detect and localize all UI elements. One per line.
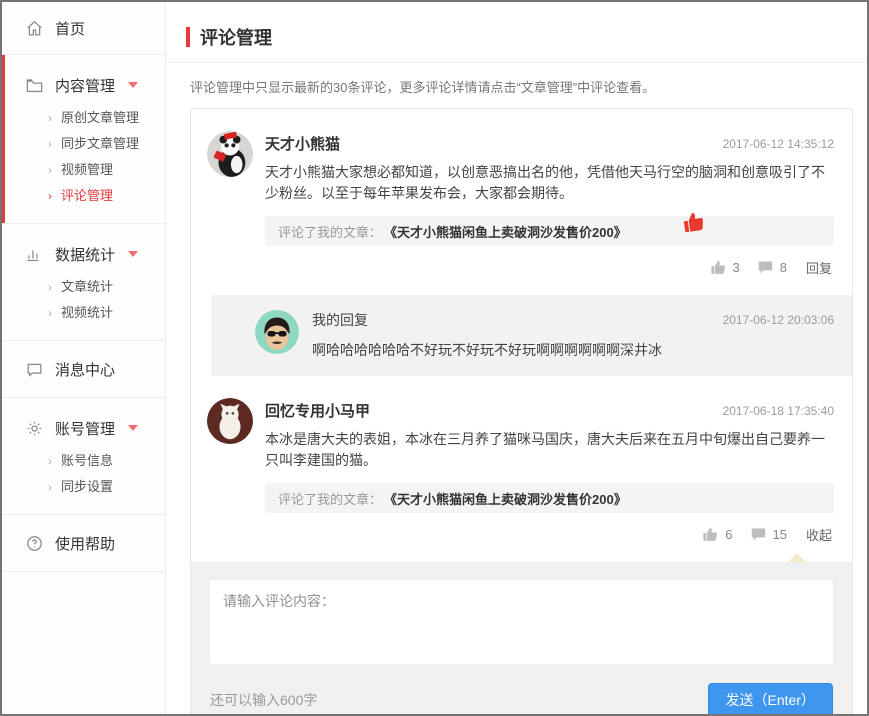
sidebar-item-help[interactable]: 使用帮助 (2, 515, 165, 571)
sidebar-group-label: 账号管理 (55, 418, 115, 439)
commenter-name: 天才小熊猫 (265, 133, 340, 154)
comment-input[interactable] (210, 580, 833, 664)
reply-count: 8 (780, 260, 787, 275)
red-thumb-up-icon (680, 208, 707, 235)
sidebar-group-content: 内容管理 原创文章管理 同步文章管理 视频管理 评论管理 (2, 55, 165, 223)
sidebar-item-video-stats[interactable]: 视频统计 (2, 300, 165, 326)
my-reply-timestamp: 2017-06-12 20:03:06 (723, 313, 834, 327)
thumb-up-icon (710, 259, 727, 276)
comment-item: 天才小熊猫 2017-06-12 14:35:12 天才小熊猫大家想必都知道，以… (191, 123, 852, 291)
sidebar-item-article-stats[interactable]: 文章统计 (2, 274, 165, 300)
sidebar: 首页 内容管理 原创文章管理 同步文章管理 视频管理 评论管理 (2, 2, 166, 714)
avatar-my-reply (255, 310, 299, 354)
collapse-link[interactable]: 收起 (806, 525, 832, 544)
char-counter: 还可以输入600字 (210, 690, 317, 710)
comment-actions: 6 15 收起 (265, 513, 834, 558)
comment-bubble-icon (750, 526, 767, 543)
thumb-up-icon (702, 526, 719, 543)
chevron-down-icon (128, 425, 138, 431)
article-title-link[interactable]: 《天才小熊猫闲鱼上卖破洞沙发售价200》 (384, 222, 627, 241)
sidebar-item-label: 消息中心 (55, 359, 115, 380)
app-window: 首页 内容管理 原创文章管理 同步文章管理 视频管理 评论管理 (0, 0, 869, 716)
main-content: 评论管理 评论管理中只显示最新的30条评论，更多评论详情请点击“文章管理”中评论… (166, 2, 867, 714)
comment-panel: 天才小熊猫 2017-06-12 14:35:12 天才小熊猫大家想必都知道，以… (190, 108, 853, 714)
sidebar-item-sync-articles[interactable]: 同步文章管理 (2, 131, 165, 157)
avatar-panda (207, 131, 253, 177)
chat-bubble-icon (24, 359, 44, 379)
comment-content: 天才小熊猫大家想必都知道，以创意恶搞出名的他，凭借他天马行空的脑洞和创意吸引了不… (265, 162, 834, 204)
article-reference-bar: 评论了我的文章： 《天才小熊猫闲鱼上卖破洞沙发售价200》 (265, 483, 834, 513)
send-button[interactable]: 发送（Enter） (708, 683, 833, 714)
sidebar-sublist-content: 原创文章管理 同步文章管理 视频管理 评论管理 (2, 103, 165, 215)
sidebar-group-stats: 数据统计 文章统计 视频统计 (2, 224, 165, 340)
page-title-row: 评论管理 (166, 2, 867, 62)
article-label: 评论了我的文章： (278, 489, 382, 508)
sidebar-item-account-info[interactable]: 账号信息 (2, 448, 165, 474)
article-label: 评论了我的文章： (278, 222, 382, 241)
article-reference-bar: 评论了我的文章： 《天才小熊猫闲鱼上卖破洞沙发售价200》 (265, 216, 834, 246)
sidebar-item-sync-settings[interactable]: 同步设置 (2, 474, 165, 500)
my-reply-name: 我的回复 (312, 310, 368, 330)
reply-count: 15 (773, 527, 787, 542)
bar-chart-icon (24, 244, 44, 264)
sidebar-divider (2, 571, 165, 572)
sidebar-item-label: 首页 (55, 18, 85, 39)
like-count: 6 (725, 527, 732, 542)
sidebar-item-original-articles[interactable]: 原创文章管理 (2, 105, 165, 131)
comment-item: 回忆专用小马甲 2017-06-18 17:35:40 本冰是唐大夫的表姐，本冰… (191, 390, 852, 558)
reply-count-button[interactable]: 15 (750, 526, 787, 543)
chevron-down-icon (128, 82, 138, 88)
sidebar-item-content-management[interactable]: 内容管理 (2, 67, 165, 103)
comment-content: 本冰是唐大夫的表姐，本冰在三月养了猫咪马国庆，唐大夫后来在五月中旬爆出自己要养一… (265, 429, 834, 471)
title-accent-bar (186, 27, 190, 47)
comment-notice: 评论管理中只显示最新的30条评论，更多评论详情请点击“文章管理”中评论查看。 (166, 63, 867, 108)
like-count: 3 (733, 260, 740, 275)
page-title: 评论管理 (200, 24, 272, 50)
comment-timestamp: 2017-06-18 17:35:40 (723, 404, 834, 418)
sidebar-group-label: 数据统计 (55, 244, 115, 265)
sidebar-item-message-center[interactable]: 消息中心 (2, 341, 165, 397)
home-icon (24, 18, 44, 38)
reply-count-button[interactable]: 8 (757, 259, 787, 276)
comment-input-block: 还可以输入600字 发送（Enter） (191, 562, 852, 714)
active-group-indicator (2, 55, 5, 223)
gear-icon (24, 418, 44, 438)
pointer-up-icon (788, 553, 806, 562)
sidebar-sublist-stats: 文章统计 视频统计 (2, 272, 165, 332)
comment-actions: 3 8 回复 (265, 246, 834, 291)
sidebar-item-home[interactable]: 首页 (2, 2, 165, 54)
article-title-link[interactable]: 《天才小熊猫闲鱼上卖破洞沙发售价200》 (384, 489, 627, 508)
sidebar-item-data-stats[interactable]: 数据统计 (2, 236, 165, 272)
commenter-name: 回忆专用小马甲 (265, 400, 370, 421)
question-icon (24, 533, 44, 553)
comment-timestamp: 2017-06-12 14:35:12 (723, 137, 834, 151)
reply-link[interactable]: 回复 (806, 258, 832, 277)
sidebar-group-account: 账号管理 账号信息 同步设置 (2, 398, 165, 514)
comment-bubble-icon (757, 259, 774, 276)
sidebar-sublist-account: 账号信息 同步设置 (2, 446, 165, 506)
sidebar-item-video-management[interactable]: 视频管理 (2, 157, 165, 183)
sidebar-item-account-management[interactable]: 账号管理 (2, 410, 165, 446)
folder-icon (24, 75, 44, 95)
my-reply-content: 啊哈哈哈哈哈哈不好玩不好玩不好玩啊啊啊啊啊啊深井冰 (312, 340, 834, 360)
avatar-cat (207, 398, 253, 444)
like-button[interactable]: 3 (710, 259, 740, 276)
chevron-down-icon (128, 251, 138, 257)
sidebar-item-comment-management[interactable]: 评论管理 (2, 183, 165, 209)
my-reply-block: 我的回复 2017-06-12 20:03:06 啊哈哈哈哈哈哈不好玩不好玩不好… (211, 295, 852, 376)
like-button[interactable]: 6 (702, 526, 732, 543)
sidebar-item-label: 使用帮助 (55, 533, 115, 554)
sidebar-group-label: 内容管理 (55, 75, 115, 96)
